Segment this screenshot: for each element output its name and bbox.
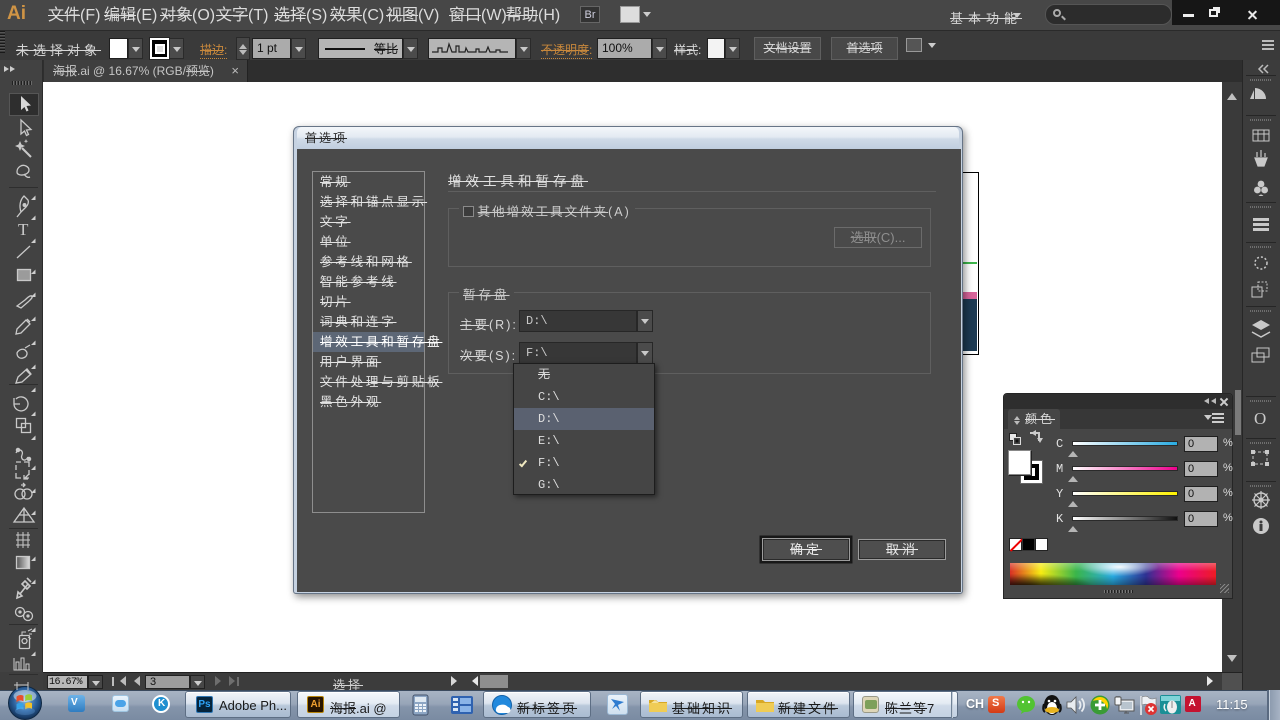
svg-text:T: T <box>18 220 29 239</box>
svg-text:O: O <box>1254 409 1266 428</box>
